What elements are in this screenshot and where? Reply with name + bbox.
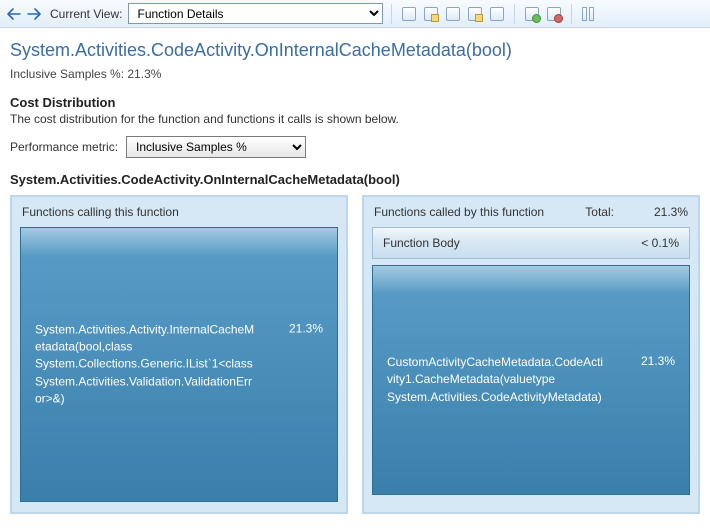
callee-block[interactable]: CustomActivityCacheMetadata.CodeActivity… [372,265,690,495]
callee-function-name: CustomActivityCacheMetadata.CodeActivity… [387,354,607,406]
cost-distribution-desc: The cost distribution for the function a… [10,112,700,126]
toolbar-separator [571,4,572,24]
toolbar-separator [391,4,392,24]
caller-function-name: System.Activities.Activity.InternalCache… [35,321,255,408]
block-shine [373,266,689,294]
callers-panel: Functions calling this function System.A… [10,195,348,514]
callers-header-label: Functions calling this function [22,205,179,219]
function-title: System.Activities.CodeActivity.OnInterna… [10,40,700,61]
toolbar-action-3[interactable] [444,5,462,23]
total-label: Total: [585,205,614,219]
toolbar-action-4[interactable] [466,5,484,23]
panels-row: Functions calling this function System.A… [10,195,700,514]
callers-panel-header: Functions calling this function [14,199,344,227]
function-name-bold: System.Activities.CodeActivity.OnInterna… [10,172,700,187]
toolbar-action-5[interactable] [488,5,506,23]
toolbar-action-6[interactable] [523,5,541,23]
function-body-percent: < 0.1% [641,236,679,250]
toolbar-separator [514,4,515,24]
cost-distribution-heading: Cost Distribution [10,95,700,110]
performance-metric-select[interactable]: Inclusive Samples % [126,136,306,158]
toolbar-action-1[interactable] [400,5,418,23]
toolbar-action-7[interactable] [545,5,563,23]
caller-percent: 21.3% [289,321,323,335]
toolbar-columns-button[interactable] [580,5,598,23]
total-percent: 21.3% [654,205,688,219]
current-view-select[interactable]: Function Details [128,3,383,24]
function-body-row[interactable]: Function Body < 0.1% [372,227,690,259]
toolbar-action-2[interactable] [422,5,440,23]
current-view-label: Current View: [50,7,122,21]
metric-row: Performance metric: Inclusive Samples % [10,136,700,158]
callees-panel-header: Functions called by this function Total:… [366,199,696,227]
callees-header-label: Functions called by this function [374,205,544,219]
back-button[interactable] [6,6,22,22]
caller-block[interactable]: System.Activities.Activity.InternalCache… [20,227,338,502]
block-shine [21,228,337,256]
performance-metric-label: Performance metric: [10,140,118,154]
callee-percent: 21.3% [641,354,675,368]
content-area: System.Activities.CodeActivity.OnInterna… [0,28,710,532]
inclusive-samples-line: Inclusive Samples %: 21.3% [10,67,700,81]
toolbar: Current View: Function Details [0,0,710,28]
callees-panel: Functions called by this function Total:… [362,195,700,514]
forward-button[interactable] [26,6,42,22]
function-body-label: Function Body [383,236,460,250]
